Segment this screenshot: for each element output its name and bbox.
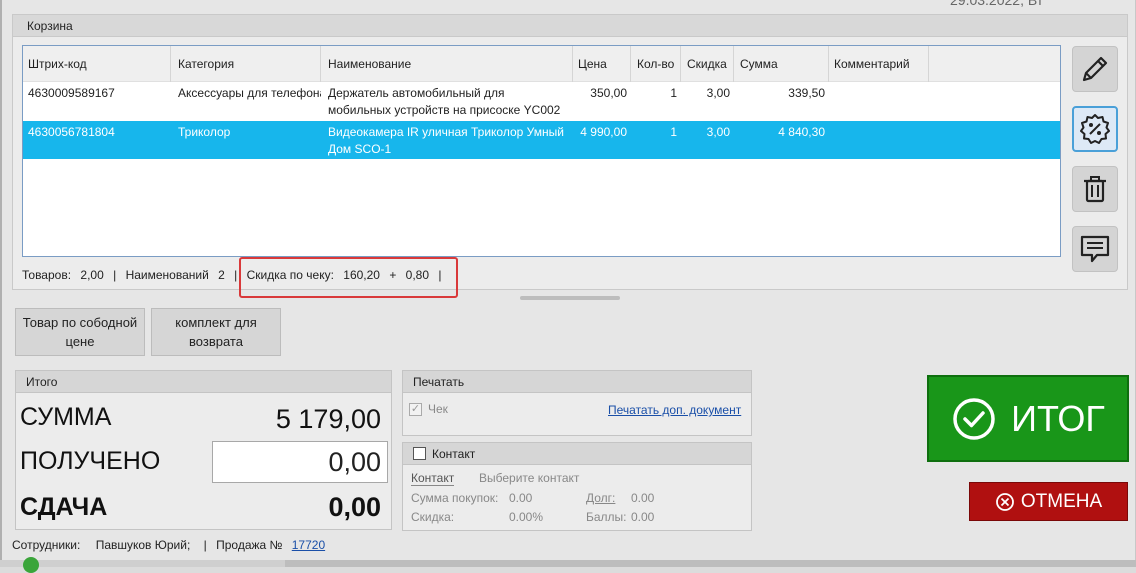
print-title: Печатать [403,371,751,393]
received-input[interactable]: 0,00 [212,441,388,483]
cancel-label: ОТМЕНА [1020,490,1103,512]
cart-title: Корзина [13,15,1127,37]
contact-panel: Контакт Контакт Выберите контакт Сумма п… [402,442,752,531]
itog-button[interactable]: ИТОГ [927,375,1129,462]
separator: | [113,268,117,282]
cell-name: Держатель автомобильный для мобильных ус… [328,86,561,117]
check-circle-icon [953,397,995,440]
sum-label: СУММА [20,403,112,431]
col-header-comment[interactable]: Комментарий [829,46,929,82]
status-dot-icon [23,557,39,573]
goods-count-value: 2,00 [80,268,104,282]
select-contact[interactable]: Выберите контакт [479,471,579,485]
cart-grid[interactable]: Штрих-код Категория Наименование Цена Ко… [22,45,1061,257]
itog-label: ИТОГ [1011,397,1105,439]
cart-panel: Корзина Штрих-код Категория Наименование… [12,14,1128,290]
col-header-filler [929,46,1060,82]
discount-badge-icon [1080,114,1110,144]
col-header-name[interactable]: Наименование [323,46,573,82]
cell-qty: 1 [670,86,677,100]
debt-label[interactable]: Долг: [586,491,615,505]
check-checkbox[interactable]: ✓ [409,402,422,416]
comment-icon [1080,235,1110,263]
cell-discount: 3,00 [706,125,730,139]
sum-value: 5 179,00 [275,404,381,434]
bottom-segment [285,560,1136,567]
change-label: СДАЧА [20,493,108,521]
cell-category: Аксессуары для телефона [178,86,321,100]
cancel-circle-icon [995,492,1014,511]
table-row-selected[interactable]: 4630056781804 Триколор Видеокамера IR ул… [23,121,1060,159]
extra-doc-link[interactable]: Печатать доп. документ [608,403,741,417]
cell-qty: 1 [670,125,677,139]
table-row[interactable]: 4630009589167 Аксессуары для телефона Де… [23,82,1060,120]
totals-panel: Итого СУММА 5 179,00 ПОЛУЧЕНО 0,00 СДАЧА… [15,370,392,530]
purchases-value: 0.00 [509,491,533,505]
contact-checkbox[interactable] [413,447,426,460]
cell-category: Триколор [178,125,231,139]
window-edge [0,0,2,567]
points-value: 0.00 [631,510,655,524]
sale-label: Продажа № [216,538,283,552]
discount-value: 0.00% [509,510,544,524]
change-value: 0,00 [328,492,381,522]
status-bar: Сотрудники: Павшуков Юрий; | Продажа № 1… [12,538,325,552]
separator: | [203,538,207,552]
totals-title: Итого [16,371,391,393]
delete-button[interactable] [1072,166,1118,212]
items-count-value: 2 [218,268,225,282]
purchases-label: Сумма покупок: [411,491,499,505]
sale-number-link[interactable]: 17720 [292,538,325,552]
items-count-label: Наименований [125,268,209,282]
pencil-icon [1082,56,1108,82]
grid-header: Штрих-код Категория Наименование Цена Ко… [23,46,1060,82]
edit-button[interactable] [1072,46,1118,92]
goods-count-label: Товаров: [22,268,72,282]
check-label: Чек [428,402,448,416]
sales-window: 29.03.2022, Вт Корзина Штрих-код Категор… [0,0,1136,560]
received-label: ПОЛУЧЕНО [20,447,161,475]
free-price-button[interactable]: Товар по сободной цене [15,308,145,356]
print-panel: Печатать ✓ Чек Печатать доп. документ [402,370,752,436]
contact-header: Контакт [403,443,751,465]
return-kit-button[interactable]: комплект для возврата [151,308,281,356]
col-header-sum[interactable]: Сумма [735,46,829,82]
cell-sum: 339,50 [788,86,825,100]
contact-tab[interactable]: Контакт [411,471,455,486]
cell-name: Видеокамера IR уличная Триколор Умный До… [328,125,564,156]
cell-discount: 3,00 [706,86,730,100]
employees-value: Павшуков Юрий; [95,538,191,552]
date-label: 29.03.2022, Вт [950,0,1044,8]
cell-barcode: 4630056781804 [28,125,115,139]
trash-icon [1084,176,1106,203]
col-header-category[interactable]: Категория [173,46,321,82]
comment-button[interactable] [1072,226,1118,272]
discount-label: Скидка: [411,510,455,524]
discount-button[interactable] [1072,106,1118,152]
employees-label: Сотрудники: [12,538,81,552]
cell-price: 350,00 [590,86,627,100]
col-header-discount[interactable]: Скидка [682,46,734,82]
col-header-price[interactable]: Цена [573,46,631,82]
separator: | [234,268,238,282]
col-header-qty[interactable]: Кол-во [632,46,681,82]
cancel-button[interactable]: ОТМЕНА [969,482,1128,521]
contact-title: Контакт [432,446,476,461]
col-header-barcode[interactable]: Штрих-код [23,46,171,82]
splitter-handle[interactable] [520,296,620,300]
print-check-row: ✓ Чек [409,402,448,416]
cell-price: 4 990,00 [580,125,627,139]
debt-value: 0.00 [631,491,655,505]
points-label: Баллы: [586,510,627,524]
cell-barcode: 4630009589167 [28,86,115,100]
cell-sum: 4 840,30 [778,125,825,139]
highlight-box [239,257,458,298]
